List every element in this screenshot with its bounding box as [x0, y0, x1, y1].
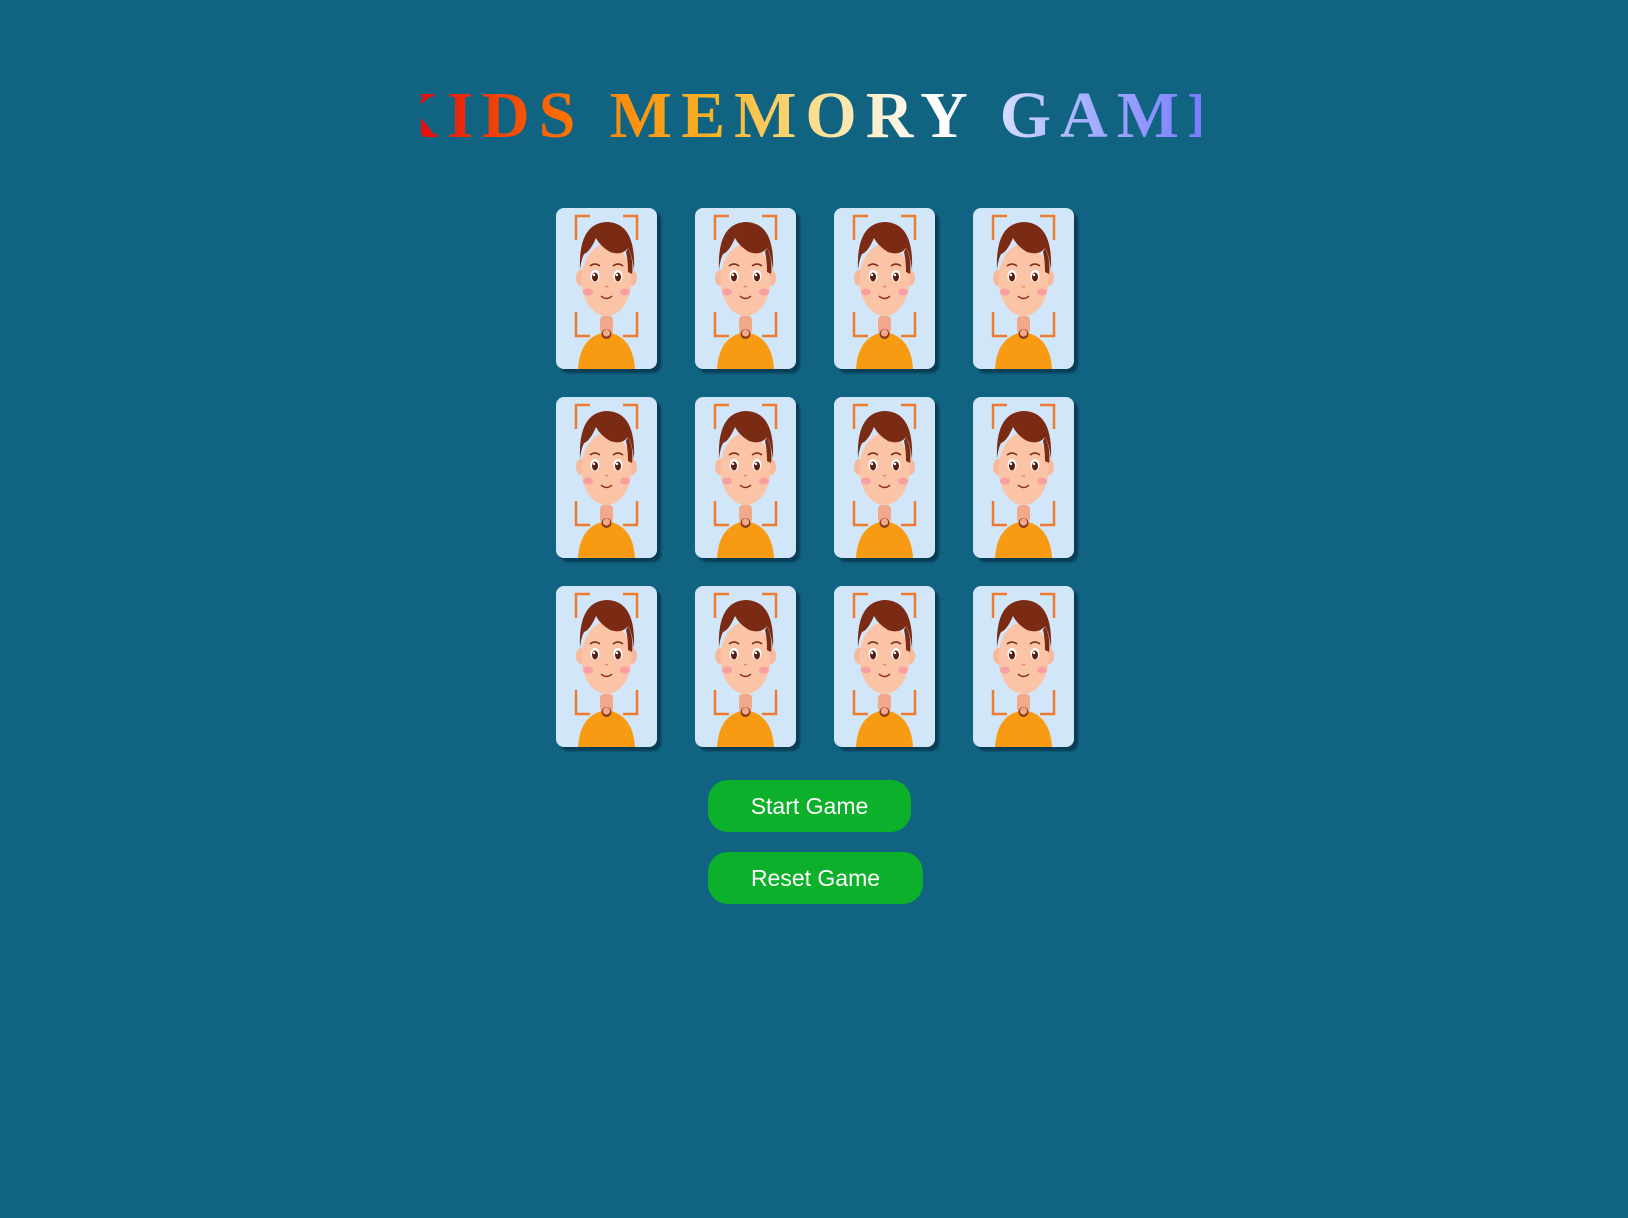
reset-game-button[interactable]: Reset Game — [708, 852, 923, 904]
kid-face-icon — [973, 586, 1074, 747]
kid-face-icon — [556, 586, 657, 747]
kid-face-icon — [834, 586, 935, 747]
page-title: KIDS MEMORY GAME — [0, 78, 1628, 154]
card-grid — [556, 208, 1080, 747]
memory-card[interactable] — [973, 208, 1074, 369]
kid-face-icon — [695, 586, 796, 747]
kid-face-icon — [834, 208, 935, 369]
memory-card[interactable] — [834, 586, 935, 747]
start-game-button[interactable]: Start Game — [708, 780, 911, 832]
kid-face-icon — [695, 397, 796, 558]
memory-card[interactable] — [834, 208, 935, 369]
kid-face-icon — [695, 208, 796, 369]
memory-card[interactable] — [834, 397, 935, 558]
memory-card[interactable] — [556, 397, 657, 558]
kid-face-icon — [973, 397, 1074, 558]
game-page: KIDS MEMORY GAME Start Game Reset Game — [0, 0, 1628, 1218]
kid-face-icon — [834, 397, 935, 558]
memory-card[interactable] — [695, 208, 796, 369]
memory-card[interactable] — [695, 397, 796, 558]
memory-card[interactable] — [556, 586, 657, 747]
kid-face-icon — [973, 208, 1074, 369]
kid-face-icon — [556, 397, 657, 558]
kid-face-icon — [556, 208, 657, 369]
memory-card[interactable] — [556, 208, 657, 369]
memory-card[interactable] — [973, 586, 1074, 747]
memory-card[interactable] — [695, 586, 796, 747]
memory-card[interactable] — [973, 397, 1074, 558]
